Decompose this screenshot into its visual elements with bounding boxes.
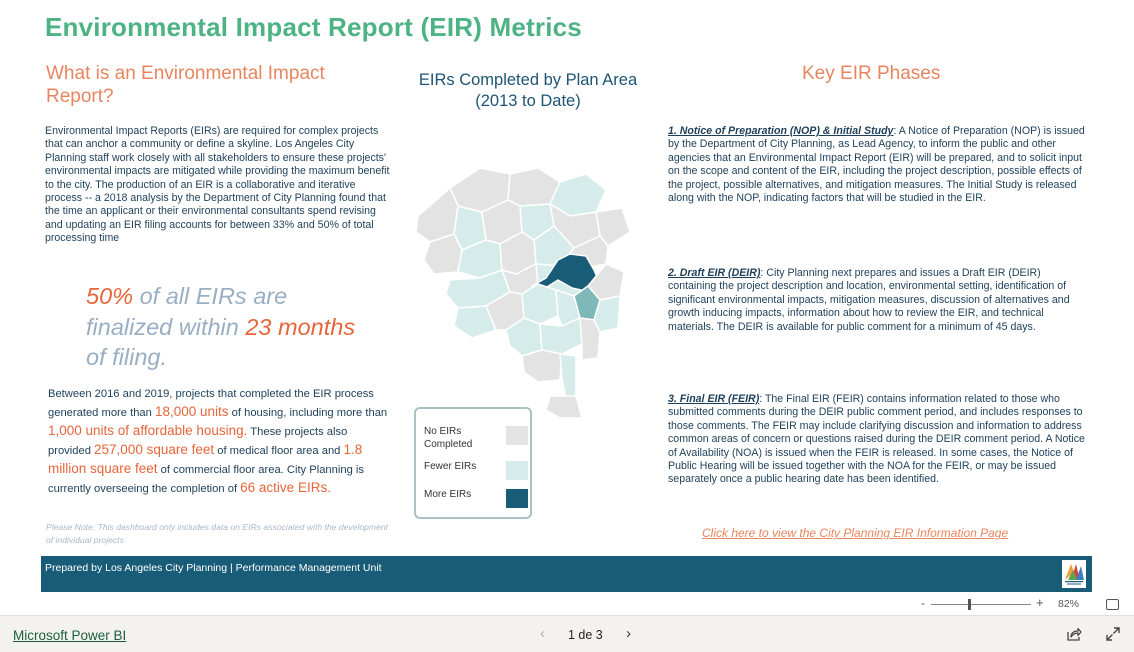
next-page-button[interactable]: › (626, 625, 631, 642)
key-phases-heading: Key EIR Phases (802, 63, 941, 84)
phase-draft-eir: 2. Draft EIR (DEIR): City Planning next … (668, 267, 1086, 334)
map-area-harbor-gateway (559, 353, 577, 399)
legend-swatch-none (506, 426, 528, 445)
map-area-south-4 (521, 349, 563, 383)
legend-label-more: More EIRs (424, 489, 472, 500)
zoom-in-button[interactable]: + (1036, 595, 1044, 610)
legend-label-fewer: Fewer EIRs (424, 461, 477, 472)
phase-title: 2. Draft EIR (DEIR) (668, 267, 761, 279)
zoom-bar: - + 82% (0, 595, 1134, 615)
map-area-central-1 (521, 283, 559, 325)
page-indicator: 1 de 3 (568, 628, 603, 642)
stat-months: 23 months (245, 313, 356, 340)
footer-credit: Prepared by Los Angeles City Planning | … (45, 562, 382, 574)
map-heading-line1: EIRs Completed by Plan Area (418, 71, 638, 89)
housing-stats-paragraph: Between 2016 and 2019, projects that com… (48, 386, 393, 498)
stat-percent: 50% (86, 283, 134, 309)
zoom-level: 82% (1058, 598, 1080, 610)
plan-area-map[interactable] (410, 160, 640, 420)
active-eirs-value: 66 active EIRs. (240, 480, 331, 495)
map-legend: No EIRs Completed Fewer EIRs More EIRs (414, 407, 532, 519)
legend-item-none: No EIRs Completed (424, 426, 528, 450)
intro-paragraph: Environmental Impact Reports (EIRs) are … (45, 125, 390, 245)
zoom-out-button[interactable]: - (921, 596, 925, 610)
power-bi-link[interactable]: Microsoft Power BI (13, 628, 126, 643)
finalization-stat: 50% of all EIRs are finalized within 23 … (86, 281, 376, 373)
medical-sqft-value: 257,000 square feet (94, 442, 215, 457)
housing-text-4: of medical floor area and (214, 445, 344, 457)
report-footer: Prepared by Los Angeles City Planning | … (41, 556, 1092, 592)
dashboard-note: Please Note: This dashboard only include… (46, 522, 389, 545)
eir-info-page-link[interactable]: Click here to view the City Planning EIR… (702, 526, 1008, 540)
viewer-bottom-bar: Microsoft Power BI ‹ 1 de 3 › (0, 615, 1134, 652)
share-icon[interactable] (1066, 627, 1082, 642)
legend-item-fewer: Fewer EIRs (424, 461, 528, 483)
phase-title: 3. Final EIR (FEIR) (668, 393, 760, 405)
legend-swatch-fewer (506, 461, 528, 480)
map-heading-line2: (2013 to Date) (475, 92, 581, 110)
affordable-units-value: 1,000 units of affordable housing. (48, 423, 248, 438)
phase-body: The Final EIR (FEIR) contains informatio… (668, 393, 1085, 486)
map-area-north-4 (415, 187, 459, 243)
what-is-eir-heading: What is an Environmental Impact Report? (46, 63, 325, 107)
report-title: Environmental Impact Report (EIR) Metric… (45, 12, 582, 42)
plan-area-map-svg (415, 167, 631, 419)
map-heading: EIRs Completed by Plan Area (2013 to Dat… (400, 70, 656, 112)
phase-title: 1. Notice of Preparation (NOP) & Initial… (668, 125, 894, 137)
map-area-harbor (545, 395, 583, 419)
legend-item-more: More EIRs (424, 489, 528, 511)
legend-swatch-more (506, 489, 528, 508)
zoom-slider[interactable] (931, 604, 1031, 605)
housing-text-2: of housing, including more than (228, 407, 388, 419)
city-planning-logo-icon (1062, 560, 1086, 588)
phase-final-eir: 3. Final EIR (FEIR): The Final EIR (FEIR… (668, 393, 1086, 487)
phase-nop: 1. Notice of Preparation (NOP) & Initial… (668, 125, 1086, 205)
legend-label-none: No EIRs Completed (424, 426, 473, 450)
fit-to-page-icon[interactable] (1106, 599, 1119, 610)
fullscreen-icon[interactable] (1105, 626, 1121, 642)
page-navigator: ‹ 1 de 3 › (540, 625, 640, 644)
zoom-slider-thumb[interactable] (968, 599, 971, 610)
previous-page-button[interactable]: ‹ (540, 625, 545, 642)
stat-text-2: of filing. (86, 344, 167, 370)
housing-units-value: 18,000 units (154, 404, 229, 419)
report-canvas: Environmental Impact Report (EIR) Metric… (0, 0, 1134, 595)
